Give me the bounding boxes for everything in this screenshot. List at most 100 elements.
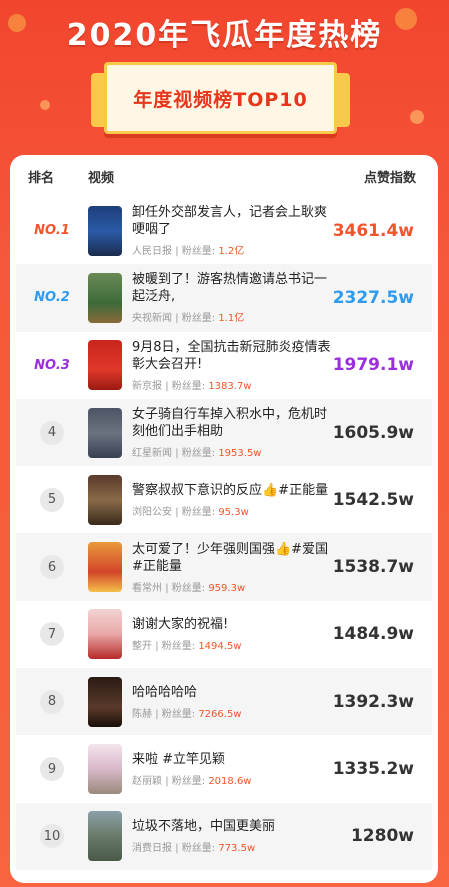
video-thumbnail[interactable]	[88, 542, 122, 593]
rank-badge: 10	[40, 824, 64, 849]
video-info: 被暖到了！游客热情邀请总书记一起泛舟, 央视新闻 | 粉丝量: 1.1亿	[132, 271, 332, 324]
video-info: 女子骑自行车掉入积水中，危机时刻他们出手相助 红星新闻 | 粉丝量: 1953.…	[132, 406, 332, 459]
rank-cell: NO.1	[16, 223, 88, 238]
fans-label: 粉丝量:	[171, 776, 206, 788]
rank-cell: 4	[16, 420, 88, 445]
video-meta: 整开 | 粉丝量: 1494.5w	[132, 637, 332, 652]
likes-value: 1484.9w	[332, 624, 414, 645]
table-row[interactable]: 9 来啦 #立竿见颖 赵丽颖 | 粉丝量: 2018.6w 1335.2w	[16, 735, 432, 802]
fans-label: 粉丝量:	[181, 246, 216, 258]
video-thumbnail[interactable]	[88, 340, 122, 391]
likes-value: 1392.3w	[332, 691, 414, 712]
fans-count: 1.2亿	[218, 246, 245, 258]
video-thumbnail[interactable]	[88, 474, 122, 525]
fans-label: 粉丝量:	[161, 641, 196, 653]
table-row[interactable]: 4 女子骑自行车掉入积水中，危机时刻他们出手相助 红星新闻 | 粉丝量: 195…	[16, 398, 432, 467]
video-title[interactable]: 卸任外交部发言人，记者会上耿爽哽咽了	[132, 204, 332, 238]
author-name: 新京报	[132, 380, 162, 392]
ranking-card: 排名 视频 点赞指数 NO.1 卸任外交部发言人，记者会上耿爽哽咽了 人民日报 …	[10, 155, 438, 883]
table-row[interactable]: NO.3 9月8日，全国抗击新冠肺炎疫情表彰大会召开! 新京报 | 粉丝量: 1…	[16, 332, 432, 399]
likes-value: 1335.2w	[332, 759, 414, 780]
video-thumbnail[interactable]	[88, 407, 122, 458]
video-info: 哈哈哈哈哈 陈赫 | 粉丝量: 7266.5w	[132, 684, 332, 720]
table-row[interactable]: 7 谢谢大家的祝福! 整开 | 粉丝量: 1494.5w 1484.9w	[16, 601, 432, 668]
sub-banner-label: 年度视频榜TOP10	[133, 88, 308, 111]
fans-count: 1494.5w	[198, 641, 242, 653]
rank-badge: 9	[40, 757, 64, 782]
video-title[interactable]: 警察叔叔下意识的反应👍#正能量	[132, 482, 332, 499]
video-thumbnail[interactable]	[88, 272, 122, 323]
fans-count: 2018.6w	[208, 776, 252, 788]
rank-label: NO.3	[34, 357, 70, 373]
rank-badge: 4	[40, 420, 64, 445]
fans-count: 1953.5w	[218, 448, 262, 460]
header-rank: 排名	[28, 170, 55, 186]
table-row[interactable]: 8 哈哈哈哈哈 陈赫 | 粉丝量: 7266.5w 1392.3w	[16, 668, 432, 736]
table-row[interactable]: NO.1 卸任外交部发言人，记者会上耿爽哽咽了 人民日报 | 粉丝量: 1.2亿…	[16, 197, 432, 264]
author-name: 看常州	[132, 582, 162, 594]
fans-label: 粉丝量:	[171, 582, 206, 594]
video-info: 太可爱了！少年强则国强👍#爱国 #正能量 看常州 | 粉丝量: 959.3w	[132, 541, 332, 594]
banner-title: 2020年飞瓜年度热榜	[66, 18, 383, 53]
rank-cell: 8	[16, 689, 88, 714]
video-meta: 红星新闻 | 粉丝量: 1953.5w	[132, 444, 332, 459]
video-thumbnail[interactable]	[88, 744, 122, 795]
fans-label: 粉丝量:	[181, 506, 216, 518]
confetti-dot	[410, 110, 424, 124]
video-thumbnail[interactable]	[88, 811, 122, 862]
fans-count: 1383.7w	[208, 380, 252, 392]
rank-cell: NO.2	[16, 290, 88, 305]
fans-count: 95.3w	[218, 506, 249, 518]
rank-cell: 9	[16, 757, 88, 782]
video-info: 警察叔叔下意识的反应👍#正能量 浏阳公安 | 粉丝量: 95.3w	[132, 482, 332, 518]
table-row[interactable]: 10 垃圾不落地，中国更美丽 消费日报 | 粉丝量: 773.5w 1280w	[16, 802, 432, 870]
table-row[interactable]: 5 警察叔叔下意识的反应👍#正能量 浏阳公安 | 粉丝量: 95.3w 1542…	[16, 466, 432, 533]
author-name: 消费日报	[132, 843, 172, 855]
fans-label: 粉丝量:	[181, 448, 216, 460]
sub-banner: 年度视频榜TOP10	[91, 62, 350, 134]
fans-label: 粉丝量:	[161, 708, 196, 720]
table-row[interactable]: 6 太可爱了！少年强则国强👍#爱国 #正能量 看常州 | 粉丝量: 959.3w…	[16, 533, 432, 601]
video-title[interactable]: 来啦 #立竿见颖	[132, 751, 332, 768]
video-title[interactable]: 哈哈哈哈哈	[132, 684, 332, 701]
fans-count: 773.5w	[218, 843, 256, 855]
video-title[interactable]: 谢谢大家的祝福!	[132, 616, 332, 633]
author-name: 陈赫	[132, 708, 152, 720]
rank-cell: 6	[16, 555, 88, 580]
video-meta: 消费日报 | 粉丝量: 773.5w	[132, 839, 332, 854]
author-name: 赵丽颖	[132, 776, 162, 788]
rank-cell: 7	[16, 622, 88, 647]
fans-label: 粉丝量:	[181, 843, 216, 855]
rank-badge: 6	[40, 555, 64, 580]
video-meta: 人民日报 | 粉丝量: 1.2亿	[132, 242, 332, 257]
video-meta: 看常州 | 粉丝量: 959.3w	[132, 579, 332, 594]
video-thumbnail[interactable]	[88, 609, 122, 660]
likes-value: 1538.7w	[332, 557, 414, 578]
video-meta: 陈赫 | 粉丝量: 7266.5w	[132, 705, 332, 720]
fans-count: 7266.5w	[198, 708, 242, 720]
video-info: 谢谢大家的祝福! 整开 | 粉丝量: 1494.5w	[132, 616, 332, 652]
video-title[interactable]: 9月8日，全国抗击新冠肺炎疫情表彰大会召开!	[132, 339, 332, 373]
rank-badge: 8	[40, 689, 64, 714]
video-meta: 央视新闻 | 粉丝量: 1.1亿	[132, 309, 332, 324]
likes-value: 1979.1w	[332, 355, 414, 376]
rank-cell: 5	[16, 487, 88, 512]
likes-value: 3461.4w	[332, 220, 414, 241]
video-title[interactable]: 女子骑自行车掉入积水中，危机时刻他们出手相助	[132, 406, 332, 440]
fans-label: 粉丝量:	[181, 313, 216, 325]
author-name: 浏阳公安	[132, 506, 172, 518]
header-likes: 点赞指数	[363, 170, 416, 186]
author-name: 人民日报	[132, 246, 172, 258]
likes-value: 1280w	[350, 826, 414, 847]
video-thumbnail[interactable]	[88, 205, 122, 256]
rank-label: NO.1	[34, 223, 70, 239]
video-title[interactable]: 垃圾不落地，中国更美丽	[132, 818, 332, 835]
rank-cell: 10	[16, 824, 88, 849]
video-thumbnail[interactable]	[88, 676, 122, 727]
video-title[interactable]: 被暖到了！游客热情邀请总书记一起泛舟,	[132, 271, 332, 305]
video-title[interactable]: 太可爱了！少年强则国强👍#爱国 #正能量	[132, 541, 332, 575]
video-meta: 赵丽颖 | 粉丝量: 2018.6w	[132, 772, 332, 787]
likes-value: 1542.5w	[332, 489, 414, 510]
video-info: 卸任外交部发言人，记者会上耿爽哽咽了 人民日报 | 粉丝量: 1.2亿	[132, 204, 332, 257]
table-row[interactable]: NO.2 被暖到了！游客热情邀请总书记一起泛舟, 央视新闻 | 粉丝量: 1.1…	[16, 264, 432, 332]
